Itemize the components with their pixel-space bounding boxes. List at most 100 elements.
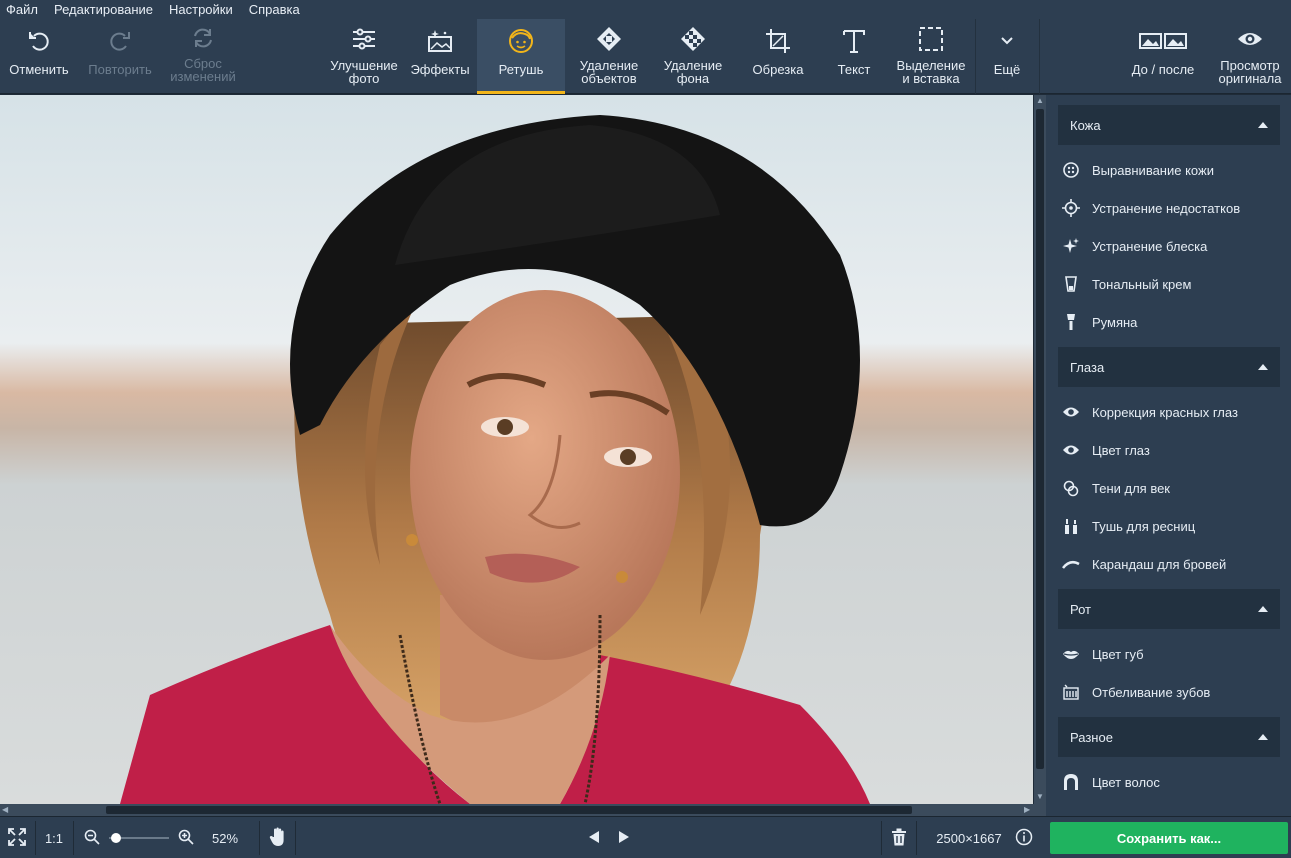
eyeshadow-icon (1062, 479, 1080, 497)
vertical-scrollbar[interactable]: ▲ ▼ (1034, 95, 1046, 804)
tool-label: Тональный крем (1092, 276, 1192, 292)
tool-label: Отбеливание зубов (1092, 684, 1211, 700)
scroll-up-icon[interactable]: ▲ (1036, 96, 1044, 105)
before-after-button[interactable]: До / после (1120, 19, 1206, 94)
tool-label: Румяна (1092, 314, 1138, 330)
vertical-scroll-thumb[interactable] (1036, 109, 1044, 769)
zoom-level: 52% (211, 830, 239, 846)
text-button[interactable]: Текст (818, 19, 890, 94)
before-after-label: До / после (1131, 62, 1195, 77)
tool-lip-color[interactable]: Цвет губ (1062, 639, 1282, 669)
effects-label: Эффекты (410, 62, 470, 77)
status-divider (916, 821, 917, 855)
eye-icon (1237, 19, 1263, 59)
toolbar: Отменить Повторить Сброс изменений Улучш… (0, 19, 1291, 94)
teeth-icon (1062, 683, 1080, 701)
effects-icon (426, 19, 454, 63)
tool-red-eye-correction[interactable]: Коррекция красных глаз (1062, 397, 1282, 427)
tool-blush[interactable]: Румяна (1062, 307, 1282, 337)
selection-icon (918, 19, 944, 59)
status-divider (73, 821, 74, 855)
remove-objects-button[interactable]: Удаление объектов (567, 19, 651, 94)
tool-teeth-whitening[interactable]: Отбеливание зубов (1062, 677, 1282, 707)
view-original-button[interactable]: Просмотр оригинала (1210, 19, 1290, 94)
effects-button[interactable]: Эффекты (405, 19, 475, 94)
info-button[interactable] (1013, 817, 1035, 858)
photo-canvas[interactable] (0, 95, 1033, 804)
remove-background-icon (680, 19, 706, 59)
menu-help[interactable]: Справка (249, 2, 300, 17)
redo-label: Повторить (88, 62, 152, 77)
menu-settings[interactable]: Настройки (169, 2, 233, 17)
zoom-slider[interactable] (106, 817, 172, 858)
scroll-down-icon[interactable]: ▼ (1036, 792, 1044, 801)
section-title: Разное (1070, 729, 1113, 745)
pan-tool-button[interactable] (262, 817, 294, 858)
section-header-misc[interactable]: Разное (1058, 717, 1280, 757)
horizontal-scrollbar[interactable]: ◀ ▶ (0, 804, 1046, 816)
undo-button[interactable]: Отменить (0, 19, 78, 94)
skin-smoothing-icon (1062, 161, 1080, 179)
zoom-out-button[interactable] (80, 817, 104, 858)
crop-button[interactable]: Обрезка (740, 19, 816, 94)
tool-hair-color[interactable]: Цвет волос (1062, 767, 1282, 797)
more-button[interactable]: Ещё (978, 19, 1036, 94)
zoom-in-icon (178, 829, 194, 848)
actual-size-button[interactable]: 1:1 (36, 817, 72, 858)
zoom-out-icon (84, 829, 100, 848)
scroll-left-icon[interactable]: ◀ (2, 805, 8, 814)
section-header-skin[interactable]: Кожа (1058, 105, 1280, 145)
menu-edit[interactable]: Редактирование (54, 2, 153, 17)
zoom-in-button[interactable] (174, 817, 198, 858)
tool-blemish-removal[interactable]: Устранение недостатков (1062, 193, 1282, 223)
remove-background-button[interactable]: Удаление фона (653, 19, 733, 94)
tool-shine-removal[interactable]: Устранение блеска (1062, 231, 1282, 261)
select-paste-label: Выделение и вставка (896, 58, 966, 86)
trash-icon (891, 828, 907, 849)
tool-label: Карандаш для бровей (1092, 556, 1227, 572)
delete-button[interactable] (884, 817, 914, 858)
tool-skin-smoothing[interactable]: Выравнивание кожи (1062, 155, 1282, 185)
remove-objects-icon (596, 19, 622, 59)
remove-background-label: Удаление фона (663, 58, 723, 86)
tool-label: Устранение недостатков (1092, 200, 1241, 216)
redo-icon (107, 19, 133, 63)
section-header-eyes[interactable]: Глаза (1058, 347, 1280, 387)
foundation-bottle-icon (1062, 275, 1080, 293)
retouch-label: Ретушь (498, 62, 544, 77)
eye-icon (1062, 441, 1080, 459)
fit-screen-button[interactable] (0, 817, 34, 858)
mascara-icon (1062, 517, 1080, 535)
save-as-button[interactable]: Сохранить как... (1050, 822, 1288, 854)
info-icon (1015, 828, 1033, 849)
scroll-right-icon[interactable]: ▶ (1024, 805, 1030, 814)
eyebrow-icon (1062, 555, 1080, 573)
view-original-label: Просмотр оригинала (1218, 58, 1282, 86)
arrow-right-icon (618, 830, 630, 847)
select-paste-button[interactable]: Выделение и вставка (892, 19, 970, 94)
more-label: Ещё (993, 62, 1021, 77)
horizontal-scroll-thumb[interactable] (106, 806, 912, 814)
next-image-button[interactable] (613, 817, 635, 858)
arrow-left-icon (588, 830, 600, 847)
photo-editor-window: Файл Редактирование Настройки Справка От… (0, 0, 1291, 858)
tool-label: Цвет волос (1092, 774, 1160, 790)
tool-eye-color[interactable]: Цвет глаз (1062, 435, 1282, 465)
status-divider (295, 821, 296, 855)
redo-button[interactable]: Повторить (80, 19, 160, 94)
tab-retouch[interactable]: Ретушь (477, 19, 565, 94)
menu-file[interactable]: Файл (6, 2, 38, 17)
chevron-down-icon (999, 19, 1015, 63)
tool-foundation[interactable]: Тональный крем (1062, 269, 1282, 299)
tool-label: Тушь для ресниц (1092, 518, 1196, 534)
previous-image-button[interactable] (583, 817, 605, 858)
tool-eyeshadow[interactable]: Тени для век (1062, 473, 1282, 503)
sliders-icon (351, 19, 377, 59)
enhance-button[interactable]: Улучшение фото (325, 19, 403, 94)
tool-mascara[interactable]: Тушь для ресниц (1062, 511, 1282, 541)
reset-icon (190, 19, 216, 57)
section-header-mouth[interactable]: Рот (1058, 589, 1280, 629)
undo-icon (26, 19, 52, 63)
reset-button[interactable]: Сброс изменений (162, 19, 244, 94)
tool-eyebrow-pencil[interactable]: Карандаш для бровей (1062, 549, 1282, 579)
